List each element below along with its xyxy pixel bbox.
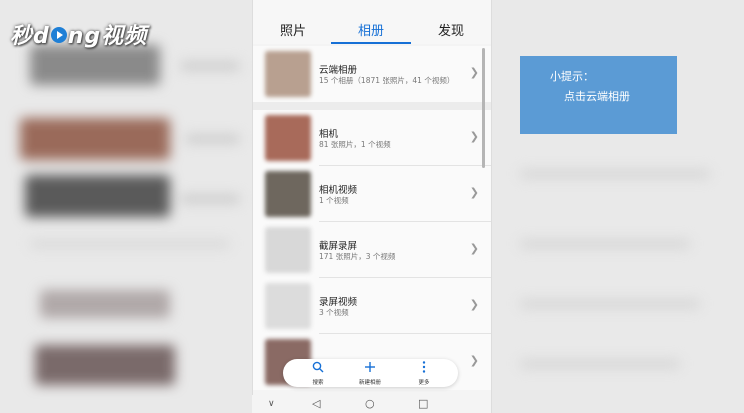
- play-icon: [50, 27, 67, 43]
- logo-text-1: 秒: [10, 24, 34, 49]
- scrollbar[interactable]: [482, 48, 485, 168]
- recents-icon[interactable]: □: [418, 397, 428, 410]
- album-subtitle: 81 张照片，1 个视频: [319, 140, 391, 149]
- search-icon: [293, 361, 343, 376]
- album-item-cloud[interactable]: 云端相册 15 个相册（1871 张照片，41 个视频） ❯: [253, 46, 491, 102]
- chevron-right-icon: ❯: [469, 298, 479, 311]
- back-icon[interactable]: ◁: [312, 397, 320, 410]
- tab-bar: 照片 相册 发现: [253, 0, 491, 44]
- search-button[interactable]: 搜索: [293, 361, 343, 386]
- chevron-right-icon: ❯: [469, 186, 479, 199]
- search-label: 搜索: [312, 380, 324, 386]
- album-subtitle: 1 个视频: [319, 196, 349, 205]
- system-nav-bar: ∨ ◁ ○ □: [252, 395, 490, 413]
- album-thumbnail: [265, 51, 311, 97]
- album-item-camera[interactable]: 相机 81 张照片，1 个视频 ❯: [253, 110, 491, 166]
- plus-icon: [345, 361, 395, 376]
- section-gap: [253, 102, 491, 110]
- tab-active-indicator: [331, 42, 411, 44]
- logo-text-3: ng视频: [67, 24, 148, 49]
- logo: 秒d ng视频: [10, 18, 147, 50]
- album-subtitle: 171 张照片，3 个视频: [319, 252, 396, 261]
- logo-text-2: d: [33, 24, 50, 49]
- new-album-button[interactable]: 新建相册: [345, 361, 395, 386]
- album-item-camera-video[interactable]: 相机视频 1 个视频 ❯: [253, 166, 491, 222]
- album-title: 截屏录屏: [319, 241, 358, 252]
- tab-albums[interactable]: 相册: [358, 20, 384, 39]
- chevron-right-icon: ❯: [469, 242, 479, 255]
- chevron-right-icon: ❯: [469, 130, 479, 143]
- bottom-toolbar: 搜索 新建相册 更多: [283, 359, 458, 387]
- album-thumbnail: [265, 115, 311, 161]
- new-album-label: 新建相册: [358, 380, 381, 386]
- album-title: 相机视频: [319, 185, 358, 196]
- chevron-right-icon: ❯: [469, 354, 479, 367]
- album-title: 云端相册: [319, 65, 358, 76]
- tip-text: 点击云端相册: [564, 90, 630, 103]
- album-thumbnail: [265, 283, 311, 329]
- album-thumbnail: [265, 227, 311, 273]
- album-title: 相机: [319, 129, 339, 140]
- tip-title: 小提示：: [550, 70, 594, 83]
- more-button[interactable]: 更多: [399, 361, 449, 386]
- phone-screen: 照片 相册 发现 云端相册 15 个相册（1871 张照片，41 个视频） ❯ …: [252, 0, 492, 413]
- more-label: 更多: [418, 380, 430, 386]
- album-item-screenshots[interactable]: 截屏录屏 171 张照片，3 个视频 ❯: [253, 222, 491, 278]
- more-vertical-icon: [399, 361, 449, 376]
- album-subtitle: 15 个相册（1871 张照片，41 个视频）: [319, 76, 455, 85]
- home-icon[interactable]: ○: [365, 397, 375, 410]
- album-thumbnail: [265, 171, 311, 217]
- tip-box: 小提示： 点击云端相册: [520, 56, 677, 134]
- tab-discover[interactable]: 发现: [438, 20, 464, 39]
- album-title: 录屏视频: [319, 297, 358, 308]
- tab-photos[interactable]: 照片: [280, 20, 306, 39]
- album-item-screen-recordings[interactable]: 录屏视频 3 个视频 ❯: [253, 278, 491, 334]
- album-subtitle: 3 个视频: [319, 308, 349, 317]
- chevron-down-icon[interactable]: ∨: [268, 399, 275, 409]
- chevron-right-icon: ❯: [469, 66, 479, 79]
